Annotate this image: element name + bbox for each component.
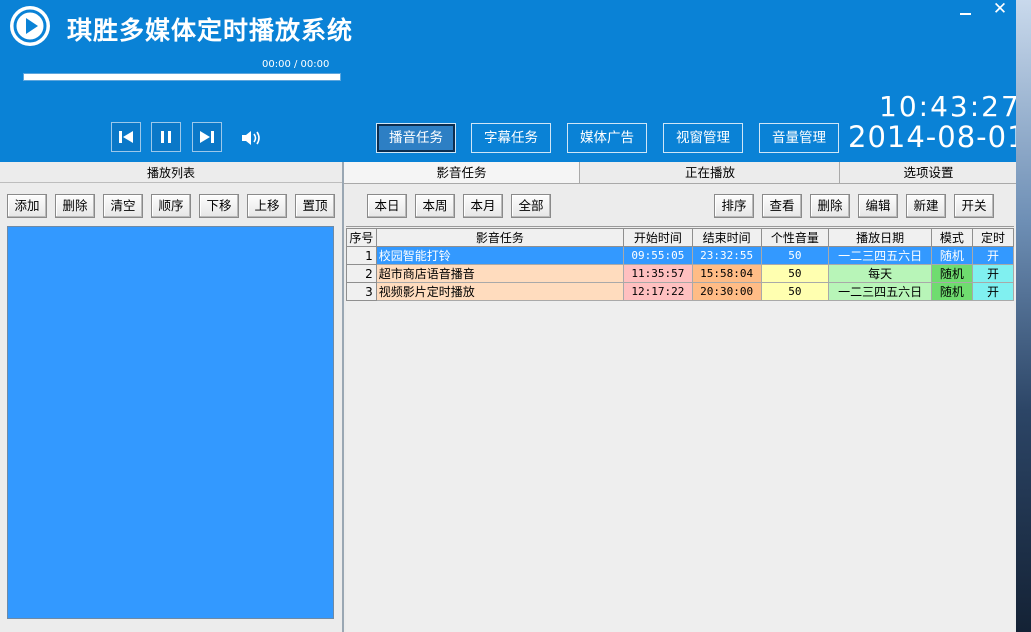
app-title: 琪胜多媒体定时播放系统 — [67, 16, 354, 45]
table-row[interactable]: 1 校园智能打铃 09:55:05 23:32:55 50 一二三四五六日 随机… — [346, 246, 1015, 265]
skip-next-icon — [200, 131, 214, 143]
column-header[interactable]: 个性音量 — [760, 228, 830, 247]
filter-month-button[interactable]: 本月 — [463, 194, 503, 218]
mode: 随机 — [930, 282, 973, 301]
delete-button[interactable]: 删除 — [55, 194, 95, 218]
start-time: 12:17:22 — [623, 282, 693, 301]
pin-top-button[interactable]: 置顶 — [295, 194, 335, 218]
column-header[interactable]: 开始时间 — [623, 228, 693, 247]
tab-options[interactable]: 选项设置 — [841, 162, 1016, 183]
timer-status[interactable]: 开 — [971, 264, 1015, 283]
row-index: 2 — [346, 264, 377, 283]
order-button[interactable]: 顺序 — [151, 194, 191, 218]
tab-now-playing[interactable]: 正在播放 — [581, 162, 840, 183]
play-circle-icon — [10, 6, 50, 46]
skip-previous-icon — [119, 131, 133, 143]
add-button[interactable]: 添加 — [7, 194, 47, 218]
view-button[interactable]: 查看 — [762, 194, 802, 218]
clear-button[interactable]: 清空 — [103, 194, 143, 218]
playlist-panel: 播放列表 添加 删除 清空 顺序 下移 上移 置顶 — [0, 162, 342, 632]
filter-all-button[interactable]: 全部 — [511, 194, 551, 218]
volume: 50 — [760, 246, 830, 265]
table-row[interactable]: 2 超市商店语音播音 11:35:57 15:58:04 50 每天 随机 开 — [346, 264, 1015, 283]
play-days: 一二三四五六日 — [828, 246, 932, 265]
nav-tab-window-management[interactable]: 视窗管理 — [663, 123, 743, 153]
nav-tab-broadcast-tasks[interactable]: 播音任务 — [376, 123, 456, 153]
edit-button[interactable]: 编辑 — [858, 194, 898, 218]
timer-status[interactable]: 开 — [971, 246, 1015, 265]
sort-button[interactable]: 排序 — [714, 194, 754, 218]
end-time: 23:32:55 — [691, 246, 762, 265]
previous-button[interactable] — [111, 122, 141, 152]
filter-today-button[interactable]: 本日 — [367, 194, 407, 218]
table-row[interactable]: 3 视频影片定时播放 12:17:22 20:30:00 50 一二三四五六日 … — [346, 282, 1015, 301]
pause-icon — [161, 131, 171, 143]
toggle-button[interactable]: 开关 — [954, 194, 994, 218]
column-header[interactable]: 模式 — [930, 228, 973, 247]
move-down-button[interactable]: 下移 — [199, 194, 239, 218]
date: 2014-08-01 — [848, 120, 1016, 154]
close-button[interactable]: ✕ — [985, 0, 1015, 20]
column-header[interactable]: 序号 — [346, 228, 377, 247]
task-name: 超市商店语音播音 — [375, 264, 625, 283]
speaker-icon[interactable] — [240, 128, 264, 148]
tab-underline — [344, 183, 1016, 184]
nav-tab-subtitle-tasks[interactable]: 字幕任务 — [471, 123, 551, 153]
playback-time: 00:00 / 00:00 — [262, 59, 330, 70]
playlist-list[interactable] — [7, 226, 334, 619]
task-table: 序号 影音任务 开始时间 结束时间 个性音量 播放日期 模式 定时 1 校园智能… — [346, 228, 1015, 301]
start-time: 11:35:57 — [623, 264, 693, 283]
start-time: 09:55:05 — [623, 246, 693, 265]
playback-progress-bar[interactable] — [23, 73, 341, 81]
nav-tab-media-ads[interactable]: 媒体广告 — [567, 123, 647, 153]
row-index: 3 — [346, 282, 377, 301]
task-name: 视频影片定时播放 — [375, 282, 625, 301]
clock: 10:43:27 — [879, 90, 1016, 123]
column-header[interactable]: 结束时间 — [691, 228, 762, 247]
column-header[interactable]: 定时 — [971, 228, 1015, 247]
app-window: 琪胜多媒体定时播放系统 ✕ 00:00 / 00:00 播音任务 字幕任务 媒体… — [0, 0, 1016, 632]
minimize-icon — [959, 12, 971, 15]
filter-week-button[interactable]: 本周 — [415, 194, 455, 218]
column-header[interactable]: 影音任务 — [375, 228, 625, 247]
tasks-panel: 影音任务 正在播放 选项设置 本日 本周 本月 全部 排序 查看 删除 编辑 新… — [344, 162, 1016, 632]
mode: 随机 — [930, 264, 973, 283]
divider — [0, 182, 342, 183]
delete-task-button[interactable]: 删除 — [810, 194, 850, 218]
task-name: 校园智能打铃 — [375, 246, 625, 265]
playlist-title: 播放列表 — [146, 166, 195, 180]
desktop-background — [1016, 0, 1031, 632]
end-time: 20:30:00 — [691, 282, 762, 301]
play-days: 一二三四五六日 — [828, 282, 932, 301]
pause-button[interactable] — [151, 122, 181, 152]
timer-status[interactable]: 开 — [971, 282, 1015, 301]
new-button[interactable]: 新建 — [906, 194, 946, 218]
volume: 50 — [760, 282, 830, 301]
move-up-button[interactable]: 上移 — [247, 194, 287, 218]
volume: 50 — [760, 264, 830, 283]
next-button[interactable] — [192, 122, 222, 152]
table-header-row: 序号 影音任务 开始时间 结束时间 个性音量 播放日期 模式 定时 — [346, 228, 1015, 247]
row-index: 1 — [346, 246, 377, 265]
minimize-button[interactable] — [950, 0, 980, 20]
tab-av-tasks[interactable]: 影音任务 — [344, 162, 580, 183]
nav-tab-volume-management[interactable]: 音量管理 — [759, 123, 839, 153]
end-time: 15:58:04 — [691, 264, 762, 283]
header-bar: 琪胜多媒体定时播放系统 ✕ 00:00 / 00:00 播音任务 字幕任务 媒体… — [0, 0, 1016, 162]
column-header[interactable]: 播放日期 — [828, 228, 932, 247]
play-days: 每天 — [828, 264, 932, 283]
mode: 随机 — [930, 246, 973, 265]
